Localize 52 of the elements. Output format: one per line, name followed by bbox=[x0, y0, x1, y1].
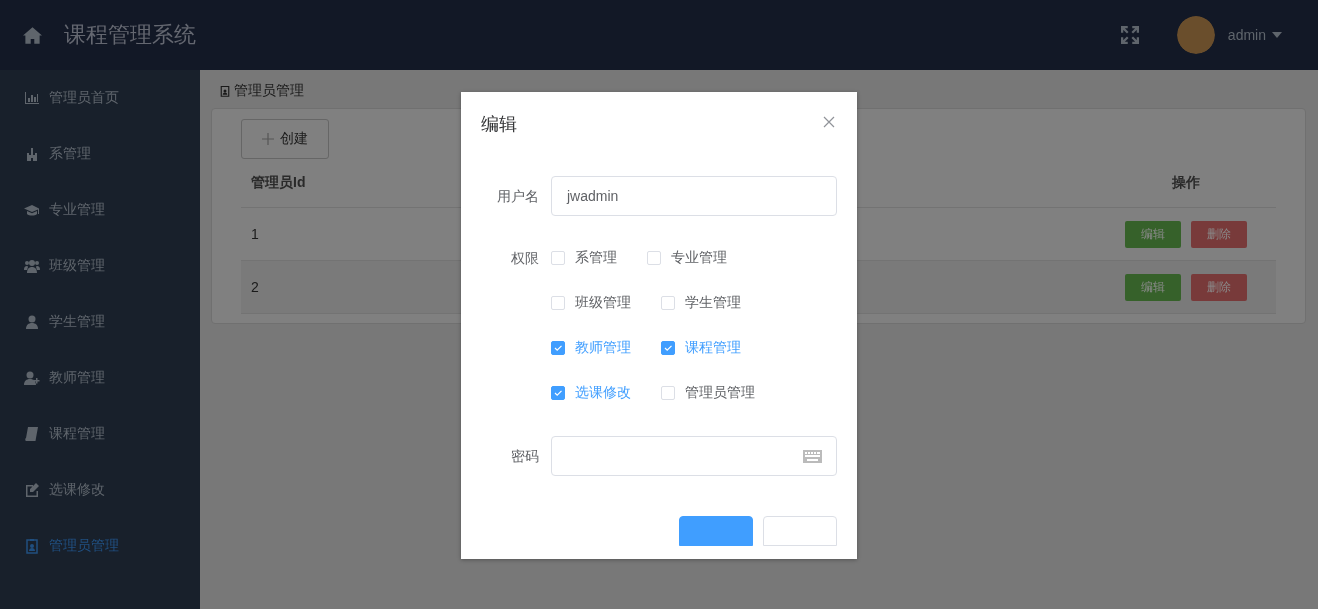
delete-button[interactable]: 删除 bbox=[1191, 220, 1247, 248]
sidebar-item[interactable]: 管理员管理 bbox=[0, 518, 200, 574]
chart-icon bbox=[24, 90, 40, 106]
caret-icon[interactable] bbox=[1272, 32, 1282, 38]
home-icon[interactable] bbox=[23, 25, 42, 45]
sidebar-item[interactable]: 班级管理 bbox=[0, 238, 200, 294]
permission-checkbox[interactable]: 教师管理 bbox=[551, 341, 631, 355]
keyboard-icon bbox=[803, 449, 822, 463]
permission-checkbox[interactable]: 管理员管理 bbox=[661, 386, 755, 400]
delete-button[interactable]: 删除 bbox=[1191, 273, 1247, 301]
sidebar-item[interactable]: 管理员首页 bbox=[0, 70, 200, 126]
sidebar-item[interactable]: 专业管理 bbox=[0, 182, 200, 238]
field-label: 权限 bbox=[510, 249, 540, 268]
user-name[interactable]: admin bbox=[1227, 27, 1266, 43]
close-icon[interactable] bbox=[823, 116, 835, 128]
table-cell-text: 2 bbox=[250, 279, 260, 295]
castle-icon bbox=[24, 146, 40, 162]
permission-checkbox[interactable]: 专业管理 bbox=[647, 251, 727, 265]
permission-checkbox[interactable]: 学生管理 bbox=[661, 296, 741, 310]
create-button[interactable]: 创建 bbox=[241, 119, 329, 159]
field-label: 密码 bbox=[510, 447, 540, 466]
sidebar-item[interactable]: 教师管理 bbox=[0, 350, 200, 406]
plus-icon bbox=[262, 133, 274, 145]
field-label: 用户名 bbox=[496, 187, 540, 206]
table-cell-text: 1 bbox=[250, 226, 260, 242]
users-icon bbox=[24, 258, 40, 274]
badge-icon bbox=[219, 84, 231, 98]
column-header: 操作 bbox=[1172, 174, 1200, 192]
permission-checkbox[interactable]: 选课修改 bbox=[551, 386, 631, 400]
book-icon bbox=[24, 426, 40, 442]
permission-checkbox[interactable]: 课程管理 bbox=[661, 341, 741, 355]
sidebar-item[interactable]: 学生管理 bbox=[0, 294, 200, 350]
breadcrumb: 管理员管理 bbox=[234, 82, 304, 100]
edit-button[interactable]: 编辑 bbox=[1125, 273, 1181, 301]
fullscreen-icon[interactable] bbox=[1120, 26, 1139, 44]
user-icon bbox=[24, 314, 40, 330]
column-header: 管理员Id bbox=[250, 174, 307, 192]
sidebar-item[interactable]: 选课修改 bbox=[0, 462, 200, 518]
dialog-title: 编辑 bbox=[481, 113, 517, 136]
edit-icon bbox=[24, 482, 40, 498]
avatar[interactable] bbox=[1176, 16, 1215, 54]
permission-checkbox[interactable]: 系管理 bbox=[551, 251, 617, 265]
edit-button[interactable]: 编辑 bbox=[1125, 220, 1181, 248]
username-field[interactable]: jwadmin bbox=[551, 176, 837, 216]
app-title: 课程管理系统 bbox=[64, 21, 196, 49]
password-field[interactable] bbox=[551, 436, 837, 476]
sidebar-item[interactable]: 系管理 bbox=[0, 126, 200, 182]
badge-icon bbox=[24, 538, 40, 554]
sidebar-item[interactable]: 课程管理 bbox=[0, 406, 200, 462]
user-plus-icon bbox=[24, 370, 40, 386]
permission-checkbox[interactable]: 班级管理 bbox=[551, 296, 631, 310]
cap-icon bbox=[24, 202, 40, 218]
